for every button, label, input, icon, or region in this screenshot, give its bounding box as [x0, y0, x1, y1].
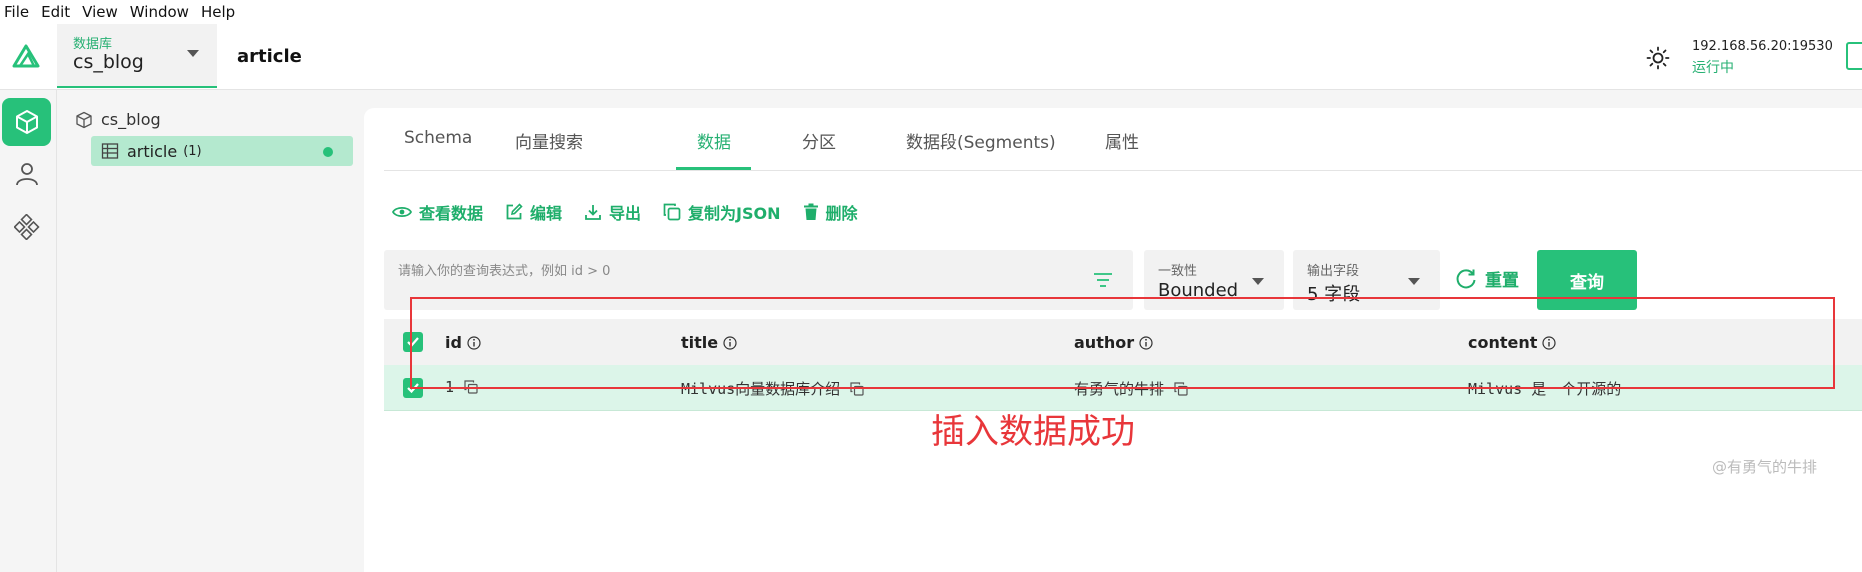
query-placeholder: 请输入你的查询表达式，例如 id > 0	[398, 264, 611, 279]
menu-bar: File Edit View Window Help	[0, 0, 1862, 24]
tree-collection-label: article	[127, 141, 178, 161]
eye-icon	[392, 206, 412, 218]
cube-icon	[15, 110, 38, 134]
milvus-logo-icon	[12, 44, 40, 68]
annotation-text: 插入数据成功	[931, 412, 1135, 452]
menu-help[interactable]: Help	[197, 3, 243, 21]
delete-button[interactable]: 删除	[803, 200, 858, 224]
edit-button[interactable]: 编辑	[505, 200, 562, 224]
menu-edit[interactable]: Edit	[37, 3, 78, 21]
edit-label: 编辑	[530, 204, 563, 223]
tab-properties[interactable]: 属性	[1105, 128, 1139, 153]
tree-collection-item[interactable]: article (1)	[91, 136, 353, 166]
refresh-icon	[1456, 268, 1476, 288]
chevron-down-icon	[1252, 278, 1264, 285]
output-fields-label: 输出字段	[1307, 264, 1360, 279]
user-icon	[15, 163, 38, 186]
copy-json-label: 复制为JSON	[688, 204, 781, 223]
tab-schema[interactable]: Schema	[404, 128, 472, 148]
consistency-label: 一致性	[1158, 264, 1198, 279]
tab-bar: Schema 向量搜索 数据 分区 数据段(Segments) 属性	[384, 108, 1862, 171]
side-rail	[0, 90, 57, 572]
highlight-rectangle	[410, 297, 1835, 389]
tree-collection-count: (1)	[183, 143, 202, 159]
tab-data[interactable]: 数据	[697, 128, 731, 153]
database-select-label: 数据库	[73, 37, 113, 52]
plugins-icon	[13, 214, 40, 240]
chevron-down-icon	[1408, 278, 1420, 285]
tab-vector-search[interactable]: 向量搜索	[515, 128, 583, 153]
database-select-value: cs_blog	[73, 51, 144, 73]
view-data-label: 查看数据	[419, 204, 484, 223]
filter-icon[interactable]	[1093, 272, 1113, 288]
active-tab-indicator	[676, 167, 751, 170]
collection-title: article	[237, 46, 302, 67]
menu-window[interactable]: Window	[126, 3, 197, 21]
reset-label: 重置	[1485, 271, 1519, 291]
loaded-status-dot	[323, 147, 333, 157]
delete-label: 删除	[825, 204, 858, 223]
download-icon	[585, 205, 601, 220]
export-button[interactable]: 导出	[584, 200, 641, 224]
menu-view[interactable]: View	[78, 3, 126, 21]
cube-icon	[76, 111, 92, 128]
copy-icon	[663, 203, 681, 221]
connection-status: 运行中	[1692, 60, 1734, 76]
collection-tree: cs_blog article (1)	[57, 90, 364, 572]
reset-button[interactable]: 重置	[1455, 266, 1519, 291]
theme-toggle-sun-icon[interactable]	[1646, 46, 1670, 70]
export-label: 导出	[609, 204, 642, 223]
trash-icon	[803, 203, 818, 220]
connection-address: 192.168.56.20:19530	[1692, 39, 1833, 54]
data-toolbar: 查看数据 编辑 导出 复制为JSON 删除	[392, 200, 880, 224]
logout-icon[interactable]	[1846, 42, 1862, 70]
app-header: 数据库 cs_blog article 192.168.56.20:19530 …	[0, 24, 1862, 90]
tree-database-label: cs_blog	[101, 110, 161, 129]
menu-file[interactable]: File	[0, 3, 37, 21]
tab-partitions[interactable]: 分区	[802, 128, 836, 153]
table-icon	[101, 143, 119, 159]
watermark: @有勇气的牛排	[1712, 458, 1818, 476]
rail-collections-button[interactable]	[2, 98, 51, 146]
tab-segments[interactable]: 数据段(Segments)	[906, 128, 1056, 153]
database-select[interactable]: 数据库 cs_blog	[57, 24, 217, 88]
tree-database-item[interactable]: cs_blog	[75, 110, 161, 129]
rail-plugins-button[interactable]	[2, 203, 51, 251]
view-data-button[interactable]: 查看数据	[392, 200, 483, 224]
rail-users-button[interactable]	[2, 150, 51, 198]
edit-icon	[506, 203, 523, 220]
copy-json-button[interactable]: 复制为JSON	[663, 200, 781, 224]
chevron-down-icon	[187, 50, 199, 57]
